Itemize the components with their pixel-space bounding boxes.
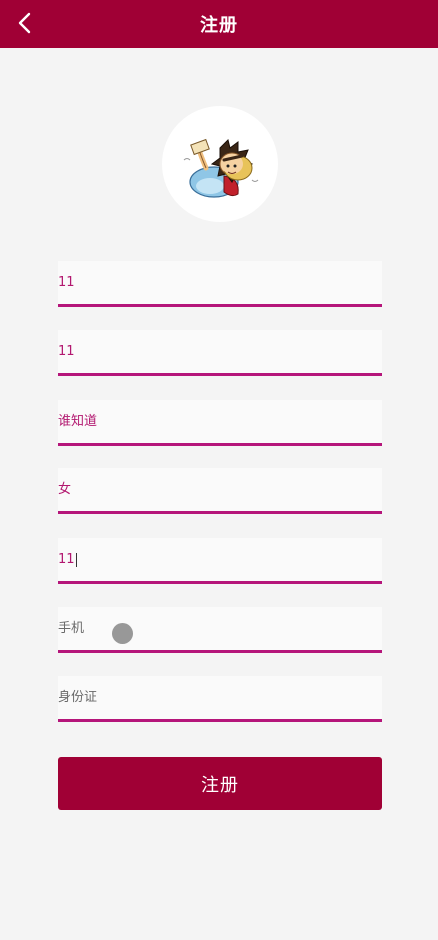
register-field-1[interactable]: 11 [58,261,382,307]
register-button[interactable]: 注册 [58,757,382,810]
page-title: 注册 [200,15,238,36]
phone-field[interactable]: 手机 [58,607,382,653]
id-card-field[interactable]: 身份证 [58,676,382,722]
gender-field[interactable]: 女 [58,468,382,514]
field-value: 女 [58,482,72,497]
field-value: 谁知道 [58,414,98,429]
register-field-3[interactable]: 谁知道 [58,400,382,446]
chevron-left-icon [18,12,31,34]
field-value: 11 [58,344,75,359]
field-placeholder: 手机 [58,621,85,636]
register-field-5[interactable]: 11 [58,538,382,584]
back-button[interactable] [10,8,40,38]
field-value: 11 [58,275,75,290]
text-caret [75,552,77,567]
touch-indicator [112,623,133,644]
cartoon-avatar-icon [183,138,259,198]
avatar[interactable] [162,106,278,222]
register-field-2[interactable]: 11 [58,330,382,376]
field-value-text: 11 [58,552,75,567]
field-placeholder: 身份证 [58,690,98,705]
app-header: 注册 [0,0,438,48]
field-value: 11 [58,538,77,581]
